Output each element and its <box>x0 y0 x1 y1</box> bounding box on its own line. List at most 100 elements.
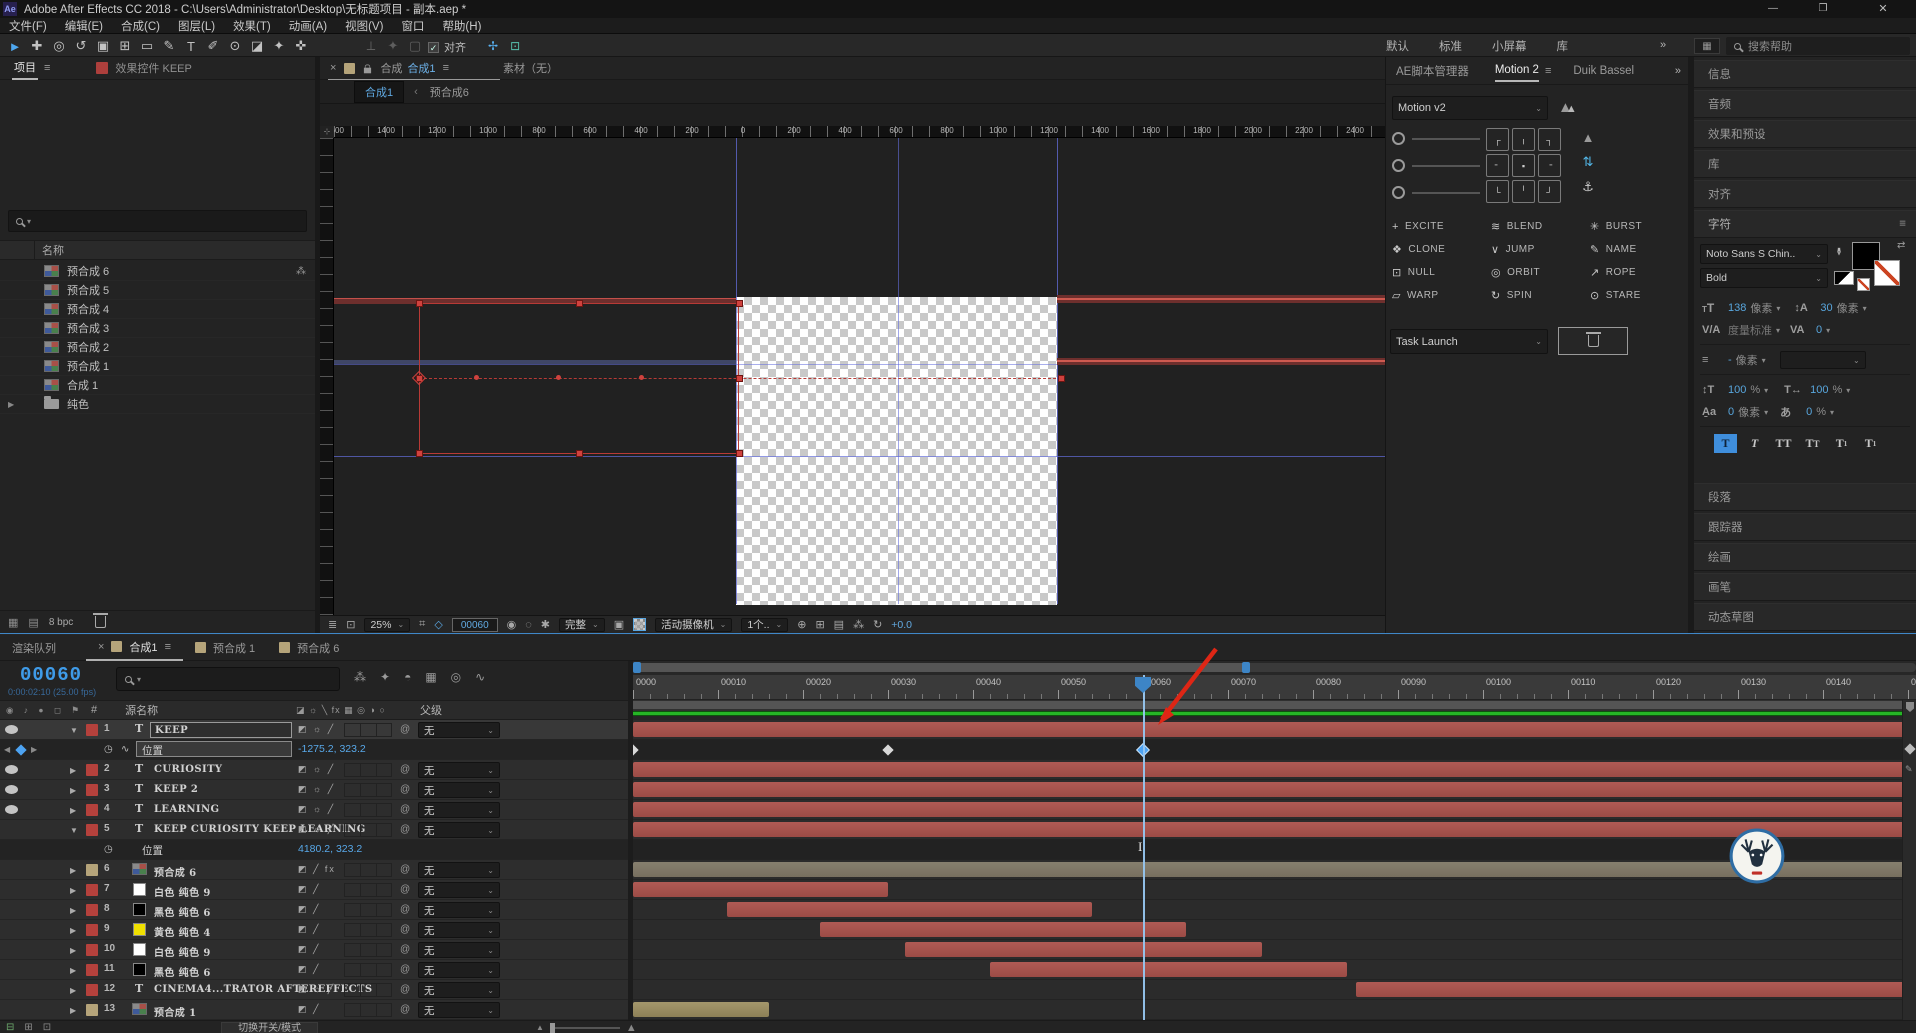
faux-bold-button[interactable]: T <box>1714 434 1737 453</box>
layer-switches[interactable]: ◩ ╱ <box>298 904 320 915</box>
snap-checkbox-icon[interactable]: ✓ <box>428 41 439 53</box>
menu-item[interactable]: 窗口 <box>392 18 433 34</box>
workspace-小屏幕[interactable]: 小屏幕 <box>1492 38 1527 54</box>
timeline-search-input[interactable]: ▾ <box>116 667 340 691</box>
maximize-button[interactable]: ❐ <box>1800 0 1846 18</box>
motion-button-name[interactable]: ✎ NAME <box>1590 243 1684 256</box>
exposure-panel-icon[interactable]: ▤ <box>834 618 844 631</box>
timeline-tab-预合成 1[interactable]: 预合成 1 <box>183 635 267 661</box>
motion-button-blend[interactable]: ≋ BLEND <box>1491 220 1590 233</box>
motion-button-burst[interactable]: ✳ BURST <box>1590 220 1684 233</box>
snap-toggle[interactable]: ✓ 对齐 <box>428 39 466 55</box>
expander-icon[interactable]: ▶ <box>70 966 76 975</box>
parent-pickwhip-icon[interactable]: @ <box>400 764 410 775</box>
project-item[interactable]: 预合成 2 <box>0 338 315 357</box>
parent-dropdown[interactable]: 无 ⌄ <box>418 782 500 798</box>
roto-brush-tool[interactable]: ✦ <box>268 38 290 54</box>
draft-3d-icon[interactable]: ✦ <box>380 670 390 684</box>
anchor-grid-button-2[interactable]: ┐ <box>1538 128 1561 151</box>
panel-音频[interactable]: 音频 <box>1694 90 1916 118</box>
layer-switches[interactable]: ◩ ╱ <box>298 884 320 895</box>
expand-render-icon[interactable]: ⊡ <box>43 1022 51 1033</box>
guides-icon[interactable]: ⊕ <box>797 618 806 631</box>
motion-button-jump[interactable]: ∨ JUMP <box>1491 243 1590 256</box>
breadcrumb-parent[interactable]: 预合成6 <box>430 84 469 100</box>
motion-blur-icon[interactable]: ◎ <box>451 670 461 684</box>
switch-cells[interactable] <box>344 883 392 897</box>
ruler-origin-icon[interactable]: ⊹ <box>320 126 334 138</box>
switch-cells[interactable] <box>344 823 392 837</box>
layer-row[interactable]: ▶ 12 T CINEMA4...TRATOR AFTEREFFECTS ◩ ☼ ╱ @ 无… <box>0 980 628 1000</box>
menu-item[interactable]: 视图(V) <box>336 18 392 34</box>
source-name-column-header[interactable]: 源名称 <box>125 702 158 718</box>
zoom-tool[interactable]: ◎ <box>48 38 70 54</box>
keyframe-row[interactable] <box>633 740 1916 760</box>
parent-pickwhip-icon[interactable]: @ <box>400 904 410 915</box>
panel-overflow-icon[interactable]: » <box>1675 65 1681 77</box>
panel-对齐[interactable]: 对齐 <box>1694 180 1916 208</box>
layer-switches[interactable]: ◩ ╱ <box>298 944 320 955</box>
project-panel-menu-icon[interactable]: ≡ <box>44 62 50 74</box>
property-value[interactable]: -1275.2, 323.2 <box>298 743 366 755</box>
transparency-grid-icon[interactable]: ▩ <box>633 618 647 631</box>
parent-pickwhip-icon[interactable]: @ <box>400 864 410 875</box>
layer-duration-bar[interactable] <box>633 1002 769 1017</box>
layer-switches[interactable]: ◩ ☼ ╱ <box>298 784 335 795</box>
layer-name[interactable]: 白色 纯色 9 <box>154 944 211 959</box>
delete-task-button[interactable] <box>1558 327 1628 355</box>
layer-color-chip[interactable] <box>86 884 98 896</box>
bit-depth-label[interactable]: 8 bpc <box>49 617 73 628</box>
anchor-grid-button-5[interactable]: ╶ <box>1538 154 1561 177</box>
expander-icon[interactable]: ▼ <box>70 826 78 835</box>
layer-switches[interactable]: ◩ ╱ <box>298 964 320 975</box>
layer-row[interactable]: ▶ 10 白色 纯色 9 ◩ ╱ @ 无 ⌄ <box>0 940 628 960</box>
keyframe-row[interactable] <box>633 840 1916 860</box>
parent-pickwhip-icon[interactable]: @ <box>400 784 410 795</box>
graph-icon[interactable]: ∿ <box>121 744 129 755</box>
property-row[interactable]: ◀ ▶ ◷ ∿ 位置 -1275.2, 323.2 <box>0 740 628 760</box>
selection-handle[interactable] <box>736 450 743 457</box>
expander-icon[interactable]: ▶ <box>70 886 76 895</box>
slider-track[interactable] <box>1412 192 1480 194</box>
workspace-默认[interactable]: 默认 <box>1386 38 1409 54</box>
project-item[interactable]: 预合成 4 <box>0 300 315 319</box>
resolution-dropdown[interactable]: 完整 ⌄ <box>559 617 605 632</box>
eye-icon[interactable] <box>5 725 18 734</box>
playhead-line[interactable] <box>1143 675 1145 1020</box>
layer-color-chip[interactable] <box>86 904 98 916</box>
layer-switches[interactable]: ◩ ╱ <box>298 1004 320 1015</box>
number-column-header[interactable]: # <box>91 704 97 716</box>
anchor-grid-button-8[interactable]: ┘ <box>1538 180 1561 203</box>
tab-motion2[interactable]: Motion 2 <box>1494 60 1539 82</box>
keyframe-nav-diamond-icon[interactable] <box>15 744 27 756</box>
shape-tool[interactable]: ▭ <box>136 38 158 54</box>
parent-pickwhip-icon[interactable]: @ <box>400 924 410 935</box>
layer-bar-row[interactable] <box>633 900 1916 920</box>
parent-column-header[interactable]: 父级 <box>420 702 442 718</box>
slider-knob[interactable] <box>1392 186 1405 199</box>
anchor-icon[interactable]: ⚓ <box>1582 179 1594 195</box>
pan-behind-tool[interactable]: ⊞ <box>114 38 136 54</box>
eye-icon[interactable] <box>5 765 18 774</box>
motion-button-excite[interactable]: + EXCITE <box>1392 220 1491 233</box>
timeline-tab-合成1[interactable]: × 合成1 ≡ <box>86 635 183 661</box>
property-value[interactable]: 4180.2, 323.2 <box>298 843 362 855</box>
workspace-库[interactable]: 库 <box>1557 38 1569 54</box>
project-item[interactable]: ▶ 纯色 <box>0 395 315 414</box>
zoom-slider-thumb[interactable] <box>549 1022 555 1033</box>
parent-dropdown[interactable]: 无 ⌄ <box>418 822 500 838</box>
expander-icon[interactable]: ▶ <box>70 926 76 935</box>
property-name[interactable]: 位置 <box>142 743 163 758</box>
project-item[interactable]: 预合成 5 <box>0 281 315 300</box>
layer-color-chip[interactable] <box>86 964 98 976</box>
layer-name[interactable]: 黄色 纯色 4 <box>154 924 211 939</box>
tab-ae-script-manager[interactable]: AE脚本管理器 <box>1396 63 1469 79</box>
font-family-dropdown[interactable]: Noto Sans S Chin.. ⌄ <box>1700 244 1828 264</box>
property-name[interactable]: 位置 <box>142 843 163 858</box>
menu-item[interactable]: 动画(A) <box>280 18 336 34</box>
layer-name[interactable]: 白色 纯色 9 <box>154 884 211 899</box>
layer-name-edit-box[interactable]: KEEP <box>150 722 292 738</box>
layer-row[interactable]: ▶ 13 预合成 1 ◩ ╱ @ 无 ⌄ <box>0 1000 628 1020</box>
panel-动态草图[interactable]: 动态草图 <box>1694 603 1916 631</box>
layer-duration-bar[interactable] <box>820 922 1186 937</box>
